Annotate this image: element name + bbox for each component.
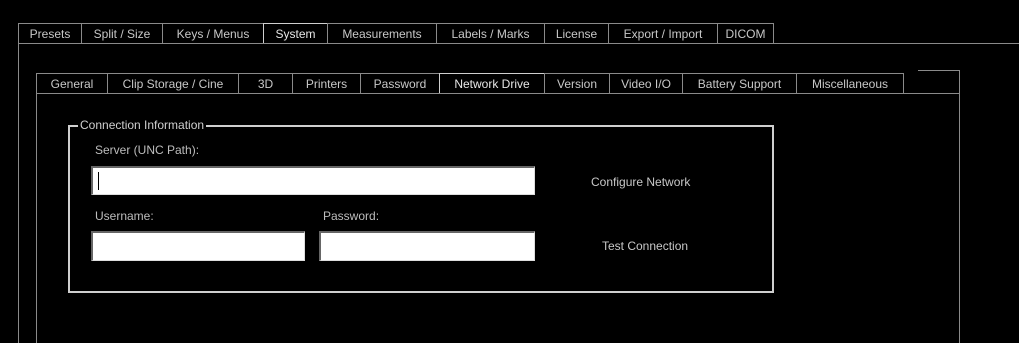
subtab-panel-right-border — [959, 70, 960, 343]
subtab-panel-top-right-border — [918, 70, 960, 71]
text-cursor — [98, 172, 99, 190]
test-connection-button[interactable]: Test Connection — [602, 239, 688, 253]
main-tab-bar: Presets Split / Size Keys / Menus System… — [18, 23, 774, 44]
subtab-battery-support[interactable]: Battery Support — [682, 73, 797, 94]
tab-dicom[interactable]: DICOM — [717, 23, 774, 44]
server-label: Server (UNC Path): — [95, 143, 200, 157]
subtab-password[interactable]: Password — [360, 73, 440, 94]
username-label: Username: — [95, 209, 154, 223]
subtab-panel-left-border — [36, 93, 37, 343]
subtab-3d[interactable]: 3D — [238, 73, 293, 94]
password-input[interactable] — [319, 231, 535, 261]
tab-system[interactable]: System — [263, 23, 328, 44]
subtab-clip-storage-cine[interactable]: Clip Storage / Cine — [107, 73, 239, 94]
subtab-printers[interactable]: Printers — [292, 73, 361, 94]
configure-network-button[interactable]: Configure Network — [591, 175, 690, 189]
tab-split-size[interactable]: Split / Size — [81, 23, 163, 44]
subtab-version[interactable]: Version — [544, 73, 610, 94]
subtab-video-io[interactable]: Video I/O — [609, 73, 683, 94]
subtab-panel-border — [36, 93, 960, 94]
tab-license[interactable]: License — [544, 23, 609, 44]
tab-presets[interactable]: Presets — [18, 23, 82, 44]
subtab-network-drive[interactable]: Network Drive — [439, 73, 545, 94]
system-subtab-bar: General Clip Storage / Cine 3D Printers … — [36, 73, 904, 94]
subtab-miscellaneous[interactable]: Miscellaneous — [796, 73, 904, 94]
tab-measurements[interactable]: Measurements — [327, 23, 437, 44]
main-tab-panel-border — [18, 43, 1019, 44]
username-input[interactable] — [91, 231, 305, 261]
password-label: Password: — [323, 209, 380, 223]
tab-export-import[interactable]: Export / Import — [608, 23, 718, 44]
tab-labels-marks[interactable]: Labels / Marks — [436, 23, 545, 44]
connection-information-legend: Connection Information — [78, 118, 207, 132]
main-tab-panel-left-border — [18, 43, 19, 343]
server-unc-path-input[interactable] — [91, 166, 535, 195]
tab-keys-menus[interactable]: Keys / Menus — [162, 23, 264, 44]
subtab-general[interactable]: General — [36, 73, 108, 94]
